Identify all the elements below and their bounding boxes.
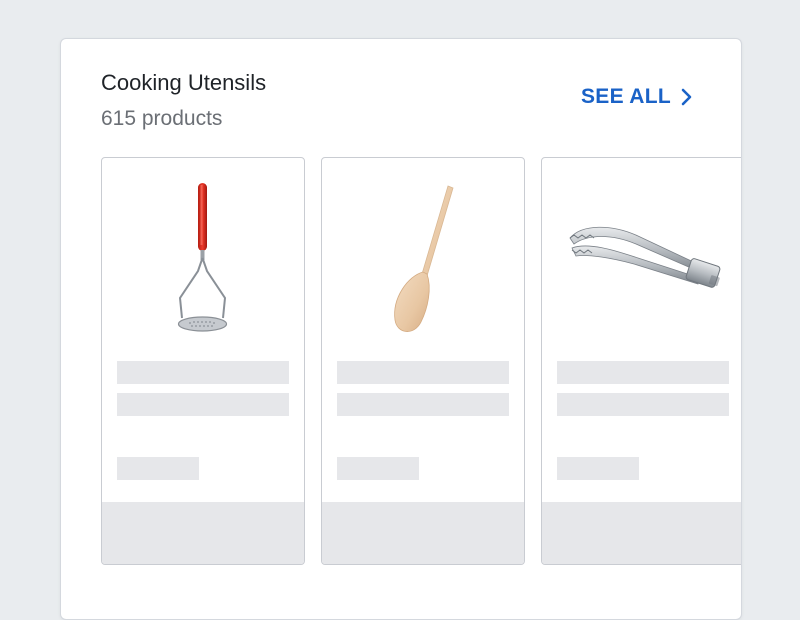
price-placeholder <box>117 457 199 480</box>
see-all-label: SEE ALL <box>581 85 671 108</box>
see-all-link[interactable]: SEE ALL <box>581 84 693 110</box>
price-placeholder <box>337 457 419 480</box>
category-title: Cooking Utensils <box>101 70 267 95</box>
tile-footer-placeholder <box>102 502 304 564</box>
title-placeholder <box>557 393 729 416</box>
tile-footer-placeholder <box>542 502 741 564</box>
title-placeholder <box>337 393 509 416</box>
product-tile[interactable] <box>321 157 525 565</box>
product-tile[interactable] <box>101 157 305 565</box>
product-carousel[interactable] <box>101 157 741 565</box>
tile-footer-placeholder <box>322 502 524 564</box>
title-placeholder <box>117 361 289 384</box>
title-placeholder <box>117 393 289 416</box>
title-placeholder <box>337 361 509 384</box>
kitchen-tongs-icon <box>569 226 721 288</box>
chevron-right-icon <box>681 88 692 106</box>
product-tile[interactable] <box>541 157 741 565</box>
price-placeholder <box>557 457 639 480</box>
product-count: 615 products <box>101 107 223 130</box>
category-card: Cooking Utensils 615 products SEE ALL <box>60 38 742 620</box>
wooden-spoon-icon <box>394 185 454 332</box>
potato-masher-icon <box>177 183 228 332</box>
title-placeholder <box>557 361 729 384</box>
